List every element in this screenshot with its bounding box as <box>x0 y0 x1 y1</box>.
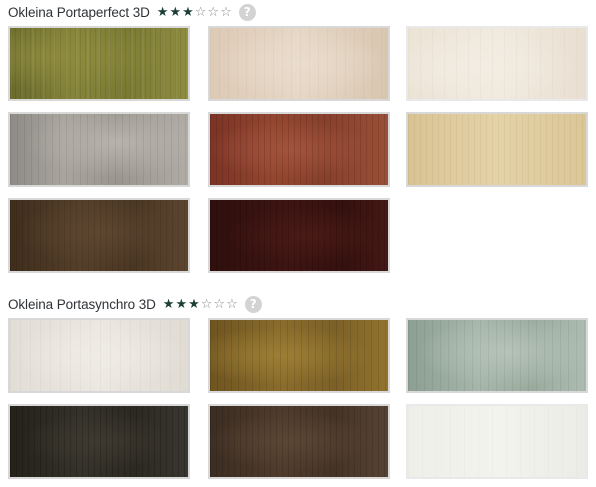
swatch-grey-oak[interactable] <box>8 112 190 187</box>
swatch-white-pine[interactable] <box>8 318 190 393</box>
section-title: Okleina Portaperfect 3D <box>8 4 150 20</box>
star-full-icon: ★ <box>175 296 188 312</box>
swatch-brown-oak[interactable] <box>208 404 390 479</box>
star-empty-icon: ☆ <box>220 4 232 20</box>
star-empty-icon: ☆ <box>226 296 238 312</box>
swatch-dark-oak[interactable] <box>8 404 190 479</box>
star-full-icon: ★ <box>188 296 200 312</box>
help-icon[interactable]: ? <box>238 3 256 21</box>
swatch-golden-oak[interactable] <box>208 318 390 393</box>
swatch-mahogany[interactable] <box>208 198 390 273</box>
rating-stars: ★ ★ ★ ☆ ☆ ☆ <box>157 6 233 19</box>
star-empty-icon: ☆ <box>194 4 207 20</box>
star-full-icon: ★ <box>169 4 182 20</box>
star-full-icon: ★ <box>182 4 194 20</box>
swatch-red-brown-wood[interactable] <box>208 112 390 187</box>
star-empty-icon: ☆ <box>213 296 226 312</box>
rating-stars: ★ ★ ★ ☆ ☆ ☆ <box>163 298 239 311</box>
section-header: Okleina Portasynchro 3D ★ ★ ★ ☆ ☆ ☆ ? <box>8 295 262 313</box>
swatch-sage-grey-oak[interactable] <box>406 318 588 393</box>
swatch-dark-walnut[interactable] <box>8 198 190 273</box>
star-empty-icon: ☆ <box>200 296 213 312</box>
star-full-icon: ★ <box>156 4 169 20</box>
swatch-white-smooth[interactable] <box>406 404 588 479</box>
swatch-cream-white-wood[interactable] <box>406 26 588 101</box>
swatch-olive-oak[interactable] <box>8 26 190 101</box>
section-title: Okleina Portasynchro 3D <box>8 296 156 312</box>
star-empty-icon: ☆ <box>207 4 220 20</box>
section-header: Okleina Portaperfect 3D ★ ★ ★ ☆ ☆ ☆ ? <box>8 3 256 21</box>
swatch-light-beige-wood[interactable] <box>208 26 390 101</box>
help-icon[interactable]: ? <box>244 295 262 313</box>
swatch-light-ash[interactable] <box>406 112 588 187</box>
star-full-icon: ★ <box>162 296 175 312</box>
